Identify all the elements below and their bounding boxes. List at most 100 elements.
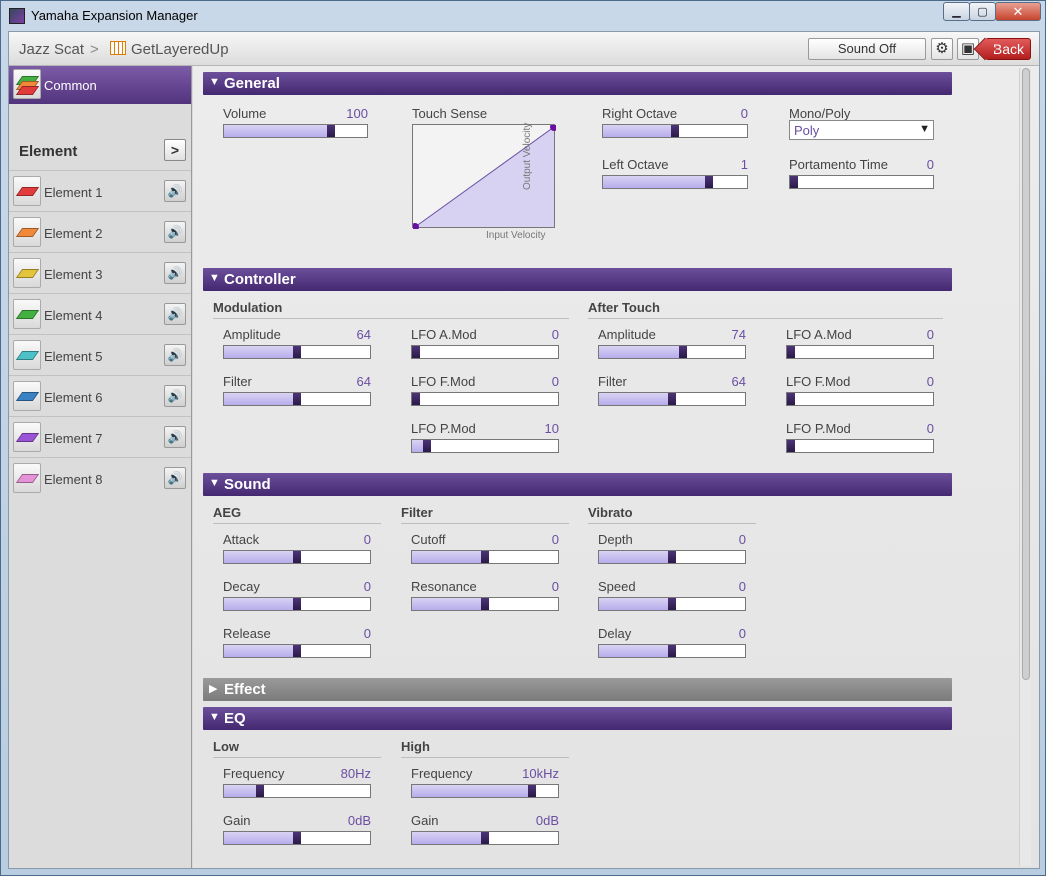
speaker-icon[interactable]: 🔊 <box>164 426 186 448</box>
sidebar-item-element-8[interactable]: Element 8 🔊 <box>9 457 191 498</box>
slider-track[interactable] <box>602 124 748 138</box>
slider-knob[interactable] <box>668 645 676 657</box>
back-button[interactable]: Back <box>985 38 1031 60</box>
slider-knob[interactable] <box>787 440 795 452</box>
filter-resonance-slider[interactable]: Resonance 0 <box>411 579 559 615</box>
slider-knob[interactable] <box>412 393 420 405</box>
mod-lfo-fmod-slider[interactable]: LFO F.Mod 0 <box>411 374 559 410</box>
slider-knob[interactable] <box>293 346 301 358</box>
slider-knob[interactable] <box>668 551 676 563</box>
sidebar-item-element-1[interactable]: Element 1 🔊 <box>9 170 191 211</box>
slider-knob[interactable] <box>787 346 795 358</box>
slider-track[interactable] <box>223 124 368 138</box>
at-filter-slider[interactable]: Filter 64 <box>598 374 746 410</box>
eq-high-frequency-slider[interactable]: Frequency 10kHz <box>411 766 559 802</box>
slider-track[interactable] <box>411 597 559 611</box>
minimize-button[interactable]: ▁ <box>943 2 970 21</box>
portamento-time-slider[interactable]: Portamento Time 0 <box>789 157 934 193</box>
slider-knob[interactable] <box>528 785 536 797</box>
vibrato-delay-slider[interactable]: Delay 0 <box>598 626 746 662</box>
touch-sense-graph[interactable]: Touch Sense Input Velocity Output Veloci… <box>412 106 562 246</box>
slider-knob[interactable] <box>293 551 301 563</box>
slider-track[interactable] <box>789 175 934 189</box>
slider-track[interactable] <box>223 784 371 798</box>
slider-knob[interactable] <box>481 551 489 563</box>
slider-track[interactable] <box>598 345 746 359</box>
aeg-decay-slider[interactable]: Decay 0 <box>223 579 371 615</box>
sound-off-button[interactable]: Sound Off <box>808 38 926 60</box>
slider-knob[interactable] <box>293 832 301 844</box>
slider-knob[interactable] <box>671 125 679 137</box>
slider-track[interactable] <box>598 644 746 658</box>
slider-track[interactable] <box>786 392 934 406</box>
left-octave-slider[interactable]: Left Octave 1 <box>602 157 748 193</box>
slider-track[interactable] <box>411 550 559 564</box>
sidebar-item-element-7[interactable]: Element 7 🔊 <box>9 416 191 457</box>
at-lfo-amod-slider[interactable]: LFO A.Mod 0 <box>786 327 934 363</box>
slider-track[interactable] <box>598 597 746 611</box>
slider-track[interactable] <box>598 550 746 564</box>
maximize-button[interactable]: ▢ <box>969 2 996 21</box>
gear-icon[interactable]: ⚙ <box>931 38 953 60</box>
slider-knob[interactable] <box>412 346 420 358</box>
slider-track[interactable] <box>786 345 934 359</box>
breadcrumb-pack[interactable]: Jazz Scat <box>19 41 84 58</box>
title-bar[interactable]: Yamaha Expansion Manager ▁ ▢ ✕ <box>1 1 1045 31</box>
speaker-icon[interactable]: 🔊 <box>164 262 186 284</box>
scrollbar-thumb[interactable] <box>1022 68 1030 680</box>
slider-knob[interactable] <box>679 346 687 358</box>
slider-track[interactable] <box>223 597 371 611</box>
speaker-icon[interactable]: 🔊 <box>164 180 186 202</box>
slider-track[interactable] <box>223 345 371 359</box>
aeg-attack-slider[interactable]: Attack 0 <box>223 532 371 568</box>
sidebar-item-element-2[interactable]: Element 2 🔊 <box>9 211 191 252</box>
speaker-icon[interactable]: 🔊 <box>164 221 186 243</box>
at-lfo-pmod-slider[interactable]: LFO P.Mod 0 <box>786 421 934 457</box>
slider-knob[interactable] <box>790 176 798 188</box>
section-eq-header[interactable]: ▼ EQ <box>203 707 952 730</box>
slider-knob[interactable] <box>293 393 301 405</box>
slider-knob[interactable] <box>293 598 301 610</box>
section-general-header[interactable]: ▼ General <box>203 72 952 95</box>
eq-low-frequency-slider[interactable]: Frequency 80Hz <box>223 766 371 802</box>
slider-knob[interactable] <box>668 393 676 405</box>
section-sound-header[interactable]: ▼ Sound <box>203 473 952 496</box>
slider-knob[interactable] <box>481 598 489 610</box>
slider-knob[interactable] <box>293 645 301 657</box>
element-expand-button[interactable]: > <box>164 139 186 161</box>
close-button[interactable]: ✕ <box>995 2 1041 21</box>
slider-track[interactable] <box>411 439 559 453</box>
slider-knob[interactable] <box>327 125 335 137</box>
slider-track[interactable] <box>223 550 371 564</box>
mod-filter-slider[interactable]: Filter 64 <box>223 374 371 410</box>
right-octave-slider[interactable]: Right Octave 0 <box>602 106 748 142</box>
mod-lfo-amod-slider[interactable]: LFO A.Mod 0 <box>411 327 559 363</box>
speaker-icon[interactable]: 🔊 <box>164 303 186 325</box>
section-controller-header[interactable]: ▼ Controller <box>203 268 952 291</box>
sidebar-item-common[interactable]: Common <box>9 66 191 104</box>
at-amplitude-slider[interactable]: Amplitude 74 <box>598 327 746 363</box>
sidebar-item-element-6[interactable]: Element 6 🔊 <box>9 375 191 416</box>
slider-track[interactable] <box>223 644 371 658</box>
vertical-scrollbar[interactable] <box>1019 68 1031 866</box>
sidebar-item-element-5[interactable]: Element 5 🔊 <box>9 334 191 375</box>
speaker-icon[interactable]: 🔊 <box>164 385 186 407</box>
vibrato-depth-slider[interactable]: Depth 0 <box>598 532 746 568</box>
slider-track[interactable] <box>223 392 371 406</box>
slider-track[interactable] <box>598 392 746 406</box>
speaker-icon[interactable]: 🔊 <box>164 467 186 489</box>
slider-knob[interactable] <box>705 176 713 188</box>
slider-track[interactable] <box>411 831 559 845</box>
eq-low-gain-slider[interactable]: Gain 0dB <box>223 813 371 849</box>
slider-knob[interactable] <box>256 785 264 797</box>
slider-knob[interactable] <box>423 440 431 452</box>
slider-knob[interactable] <box>668 598 676 610</box>
sidebar-item-element-3[interactable]: Element 3 🔊 <box>9 252 191 293</box>
vibrato-speed-slider[interactable]: Speed 0 <box>598 579 746 615</box>
at-lfo-fmod-slider[interactable]: LFO F.Mod 0 <box>786 374 934 410</box>
eq-high-gain-slider[interactable]: Gain 0dB <box>411 813 559 849</box>
slider-knob[interactable] <box>787 393 795 405</box>
sidebar-item-element-4[interactable]: Element 4 🔊 <box>9 293 191 334</box>
filter-cutoff-slider[interactable]: Cutoff 0 <box>411 532 559 568</box>
slider-track[interactable] <box>411 784 559 798</box>
